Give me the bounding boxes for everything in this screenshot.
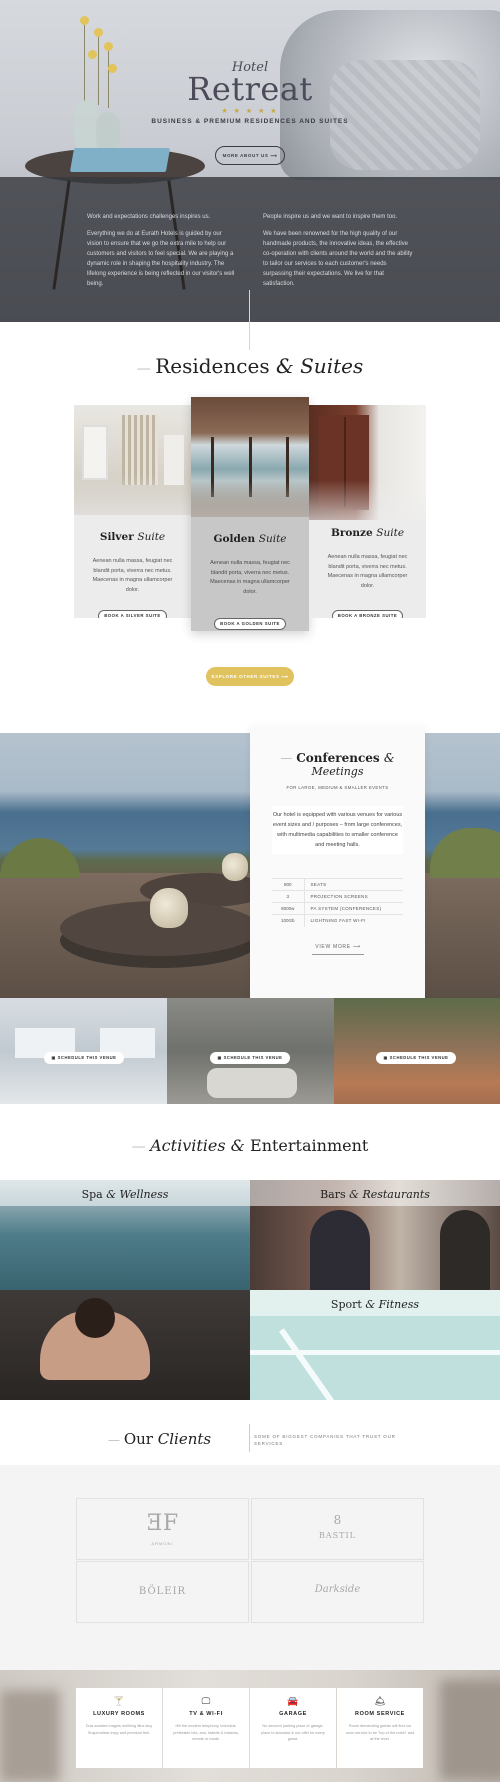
table-row: 100Gb LIGHTNING FAST WI-FI bbox=[272, 914, 403, 927]
book-golden-suite-button[interactable]: BOOK A GOLDEN SUITE bbox=[214, 618, 286, 630]
hero-right-intro: People inspire us and we want to inspire… bbox=[263, 214, 398, 220]
suite-card-bronze: Bronze Suite Aenean nulla massa, feugiat… bbox=[309, 405, 426, 618]
spa-wellness-tile[interactable]: Spa & Wellness bbox=[0, 1180, 250, 1400]
clients-subtitle: SOME OF BIGGEST COMPANIES THAT TRUST OUR… bbox=[254, 1434, 396, 1446]
silver-suite-desc: Aenean nulla massa, feugiat nec blandit … bbox=[92, 558, 173, 593]
suite-card-golden: Golden Suite Aenean nulla massa, feugiat… bbox=[191, 397, 309, 631]
table-row: 8000w PA SYSTEM (CONFERENCES) bbox=[272, 902, 403, 915]
explore-other-suites-button[interactable]: EXPLORE OTHER SUITES ⟶ bbox=[206, 667, 294, 686]
venue-image-3: ▣ SCHEDULE THIS VENUE bbox=[334, 998, 500, 1104]
bastil-logo-icon: 8 bbox=[333, 1513, 342, 1527]
client-logo-armoni[interactable]: ƎF ARMONI bbox=[76, 1498, 249, 1560]
client-logo-darkside[interactable]: Darkside bbox=[251, 1561, 424, 1623]
bell-icon: 🛎 bbox=[374, 1696, 386, 1706]
divider-line bbox=[249, 290, 250, 350]
book-image bbox=[69, 148, 171, 172]
hero-right-column: People inspire us and we want to inspire… bbox=[263, 212, 415, 289]
conferences-lead: Our hotel is equipped with various venue… bbox=[272, 806, 403, 854]
book-silver-suite-button[interactable]: BOOK A SILVER SUITE bbox=[98, 610, 167, 618]
conferences-subtitle: FOR LARGE, MEDIUM & SMALLER EVENTS bbox=[286, 785, 389, 790]
schedule-venue-button-2[interactable]: ▣ SCHEDULE THIS VENUE bbox=[210, 1052, 290, 1064]
amenity-garage: 🚘 GARAGE No secured parking place or gar… bbox=[250, 1688, 336, 1768]
clients-section bbox=[0, 1465, 500, 1670]
car-icon: 🚘 bbox=[287, 1696, 299, 1706]
hero-tagline: BUSINESS & PREMIUM RESIDENCES AND SUITES bbox=[151, 118, 349, 125]
cocktail-icon: 🍸 bbox=[113, 1696, 125, 1706]
bronze-suite-name: Bronze Suite bbox=[330, 527, 405, 539]
venue-image-1: ▣ SCHEDULE THIS VENUE bbox=[0, 998, 167, 1104]
book-bronze-suite-button[interactable]: BOOK A BRONZE SUITE bbox=[332, 610, 403, 618]
conference-specs-table: 800 SEATS 3 PROJECTION SCREENS 8000w PA SYS… bbox=[272, 878, 403, 927]
hero-right-body: We have been renowned for the high quali… bbox=[263, 231, 413, 287]
table-row: 3 PROJECTION SCREENS bbox=[272, 890, 403, 903]
hero-left-intro: Work and expectations challenges inspire… bbox=[87, 214, 211, 220]
schedule-venue-button-1[interactable]: ▣ SCHEDULE THIS VENUE bbox=[44, 1052, 124, 1064]
hero-left-body: Everything we do at Eurath Hotels is gui… bbox=[87, 231, 235, 287]
sport-fitness-label: Sport & Fitness bbox=[330, 1298, 420, 1311]
hero-left-column: Work and expectations challenges inspire… bbox=[87, 212, 237, 289]
hero-section: Hotel Retreat ★ ★ ★ ★ ★ BUSINESS & PREMI… bbox=[0, 0, 500, 322]
amenity-tv-wifi: 🖵 TV & WI-FI Hill the modern telephony, … bbox=[163, 1688, 249, 1768]
clients-divider bbox=[249, 1424, 250, 1452]
sport-fitness-tile[interactable]: Sport & Fitness bbox=[250, 1290, 500, 1400]
clients-title: — Our Clients bbox=[108, 1430, 212, 1448]
venue-image-2: ▣ SCHEDULE THIS VENUE bbox=[167, 998, 334, 1104]
bronze-suite-desc: Aenean nulla massa, feugiat nec blandit … bbox=[327, 554, 408, 589]
bars-restaurants-tile[interactable]: Bars & Restaurants bbox=[250, 1180, 500, 1290]
meetings-title: Meetings bbox=[311, 765, 364, 778]
suite-card-silver: Silver Suite Aenean nulla massa, feugiat… bbox=[74, 405, 191, 618]
more-about-us-button[interactable]: MORE ABOUT US ⟶ bbox=[215, 146, 285, 165]
armoni-logo-icon: ƎF bbox=[146, 1511, 179, 1536]
flower-decor bbox=[80, 16, 89, 25]
view-more-link[interactable]: VIEW MORE ⟶ bbox=[312, 944, 364, 955]
golden-suite-desc: Aenean nulla massa, feugiat nec blandit … bbox=[210, 560, 290, 595]
amenity-room-service: 🛎 ROOM SERVICE Room demanding guests wil… bbox=[337, 1688, 423, 1768]
silver-suite-name: Silver Suite bbox=[99, 531, 166, 543]
spa-wellness-label: Spa & Wellness bbox=[81, 1188, 169, 1201]
amenity-luxury-rooms: 🍸 LUXURY ROOMS Duis sodales magnis molli… bbox=[76, 1688, 162, 1768]
bars-restaurants-label: Bars & Restaurants bbox=[320, 1188, 430, 1201]
schedule-venue-button-3[interactable]: ▣ SCHEDULE THIS VENUE bbox=[376, 1052, 456, 1064]
residences-title: — Residences & Suites bbox=[136, 354, 364, 378]
activities-title: — Activities & Entertainment bbox=[131, 1136, 369, 1155]
hero-text-band bbox=[0, 177, 500, 322]
brand-retreat-word: Retreat bbox=[187, 70, 313, 108]
golden-suite-name: Golden Suite bbox=[213, 533, 287, 545]
client-logo-boleir[interactable]: BÖLEIR bbox=[76, 1561, 249, 1623]
monitor-icon: 🖵 bbox=[201, 1696, 211, 1706]
conferences-card: — Conferences & Meetings FOR LARGE, MEDI… bbox=[250, 726, 425, 1004]
conferences-title: — Conferences & bbox=[280, 751, 395, 765]
client-logo-bastil[interactable]: 8 BASTIL bbox=[251, 1498, 424, 1560]
star-rating: ★ ★ ★ ★ ★ bbox=[221, 108, 279, 115]
table-row: 800 SEATS bbox=[272, 878, 403, 891]
